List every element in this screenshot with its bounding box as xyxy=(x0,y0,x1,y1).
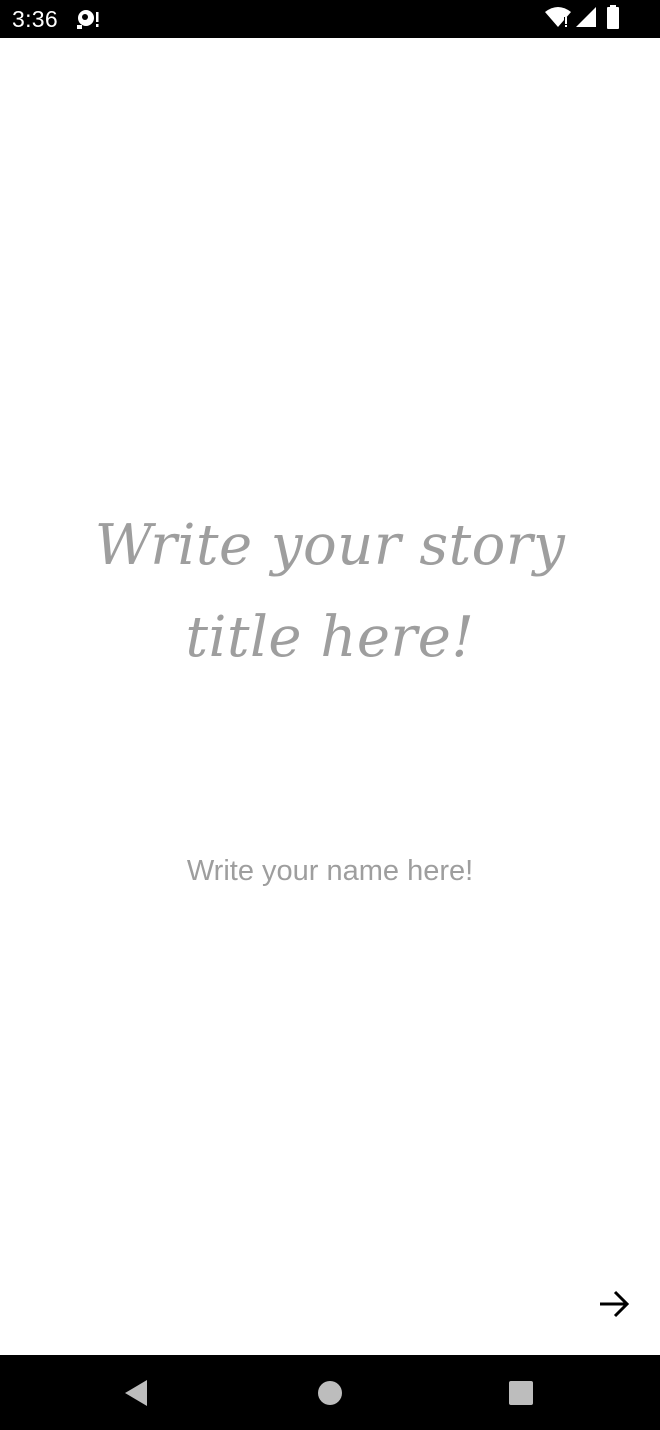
status-time: 3:36 xyxy=(12,6,58,32)
author-name-input[interactable]: Write your name here! xyxy=(60,851,600,891)
home-button[interactable] xyxy=(312,1375,348,1411)
arrow-right-icon xyxy=(600,1290,630,1318)
wifi-icon xyxy=(544,5,572,33)
story-cover-editor: Write your story title here! Write your … xyxy=(0,38,660,1355)
notification-icon xyxy=(76,8,100,30)
next-button[interactable] xyxy=(588,1278,640,1330)
status-bar: 3:36 xyxy=(0,0,660,38)
navigation-bar xyxy=(0,1355,660,1430)
home-icon xyxy=(318,1381,342,1405)
battery-icon xyxy=(606,5,620,33)
signal-icon xyxy=(574,5,598,33)
back-button[interactable] xyxy=(118,1375,154,1411)
recents-button[interactable] xyxy=(503,1375,539,1411)
status-icons xyxy=(544,5,620,33)
back-icon xyxy=(125,1380,147,1406)
recents-icon xyxy=(509,1381,533,1405)
story-title-input[interactable]: Write your story title here! xyxy=(60,500,600,684)
